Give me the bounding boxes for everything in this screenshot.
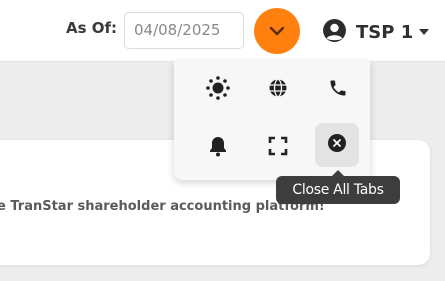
expand-icon — [268, 136, 288, 160]
close-circle-icon — [327, 133, 347, 157]
close-all-tabs-tooltip: Close All Tabs — [276, 170, 400, 204]
user-name: TSP 1 — [356, 21, 414, 43]
language-button[interactable] — [256, 68, 300, 112]
close-all-tabs-button[interactable] — [315, 123, 359, 167]
menu-toggle-button[interactable] — [254, 8, 300, 54]
globe-icon — [268, 78, 288, 102]
sun-icon — [205, 75, 231, 105]
caret-down-icon — [418, 28, 430, 36]
contact-button[interactable] — [316, 68, 360, 112]
bell-icon — [208, 135, 228, 161]
chevron-down-icon — [268, 22, 286, 41]
notifications-button[interactable] — [196, 126, 240, 170]
theme-toggle-button[interactable] — [196, 68, 240, 112]
toolbar-dropdown — [174, 60, 370, 180]
user-menu[interactable]: TSP 1 — [322, 18, 430, 47]
phone-icon — [328, 78, 348, 102]
as-of-date-input[interactable]: 04/08/2025 — [124, 12, 244, 49]
top-bar: As Of: 04/08/2025 TSP 1 — [0, 0, 445, 62]
user-avatar-icon — [322, 18, 347, 47]
as-of-label: As Of: — [66, 19, 118, 37]
fullscreen-button[interactable] — [256, 126, 300, 170]
